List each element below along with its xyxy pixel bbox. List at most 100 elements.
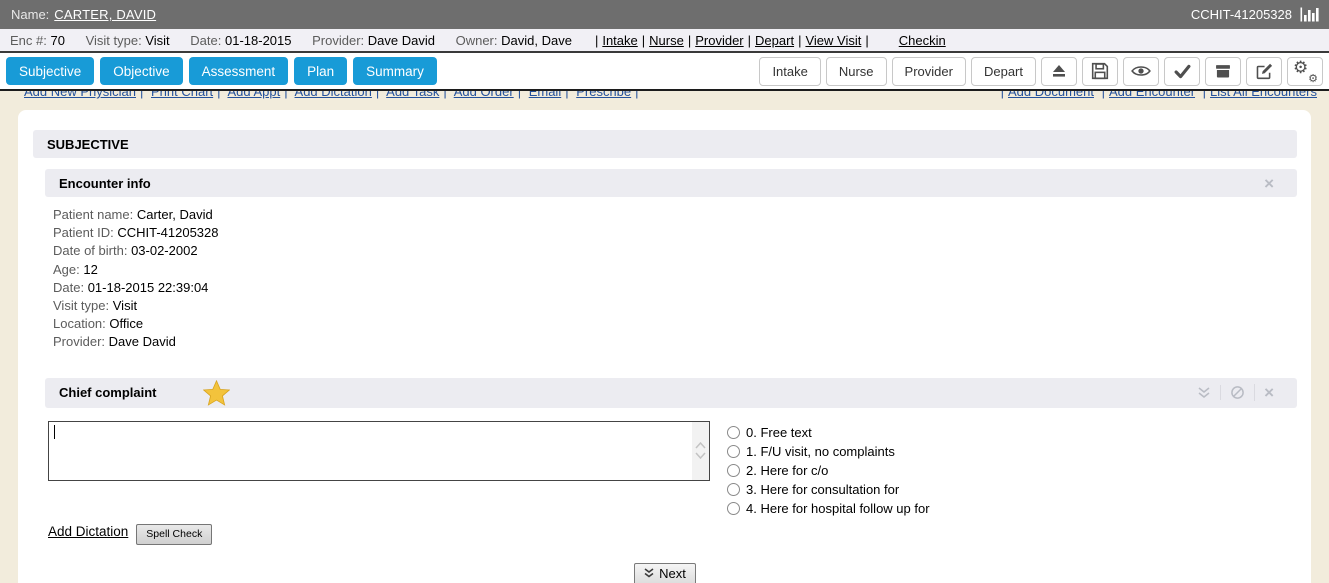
disable-icon[interactable] <box>1220 385 1254 400</box>
add-dictation-link[interactable]: Add Dictation <box>48 524 128 539</box>
quick-link[interactable]: Add Task <box>386 91 439 99</box>
radio-icon[interactable] <box>727 483 740 496</box>
chief-complaint-option[interactable]: 0. Free text <box>727 423 930 442</box>
stage-button[interactable]: Depart <box>971 57 1036 86</box>
radio-option-label: 0. Free text <box>746 425 812 440</box>
spell-check-button[interactable]: Spell Check <box>136 524 212 545</box>
info-label: Patient name: <box>53 207 133 222</box>
patient-info-row: Visit type: Visit <box>53 297 1297 315</box>
quick-links-left: Add New Physician | Print Chart | Add Appt… <box>24 91 643 99</box>
field-value: Visit <box>145 33 169 48</box>
soap-nav-button[interactable]: Subjective <box>6 57 94 85</box>
info-label: Patient ID: <box>53 225 114 240</box>
quick-link[interactable]: Add New Physician <box>24 91 136 99</box>
check-icon[interactable] <box>1164 57 1200 86</box>
encounter-stage-link[interactable]: Depart <box>755 33 794 48</box>
radio-icon[interactable] <box>727 502 740 515</box>
radio-icon[interactable] <box>727 426 740 439</box>
quick-link[interactable]: Add Appt <box>227 91 280 99</box>
encounter-field: Date: 01-18-2015 <box>190 33 291 48</box>
next-button[interactable]: Next <box>634 563 696 583</box>
preview-eye-icon[interactable] <box>1123 57 1159 86</box>
checkin-link[interactable]: Checkin <box>899 33 946 48</box>
chief-complaint-textarea[interactable] <box>48 421 710 481</box>
chief-complaint-option[interactable]: 3. Here for consultation for <box>727 480 930 499</box>
soap-nav-button[interactable]: Assessment <box>189 57 289 85</box>
chief-complaint-option[interactable]: 1. F/U visit, no complaints <box>727 442 930 461</box>
encounter-field: Enc #: 70 <box>10 33 65 48</box>
quick-link[interactable]: List All Encounters <box>1210 91 1317 99</box>
field-value: David, Dave <box>501 33 572 48</box>
collapse-chevrons-icon[interactable] <box>1188 387 1220 399</box>
soap-nav-button[interactable]: Summary <box>353 57 437 85</box>
edit-note-icon[interactable] <box>1246 57 1282 86</box>
info-value: Carter, David <box>137 207 213 222</box>
info-label: Date of birth: <box>53 243 127 258</box>
quick-link[interactable]: Add Encounter <box>1109 91 1195 99</box>
patient-title-bar: Name: CARTER, DAVID CCHIT-41205328 <box>0 0 1329 29</box>
encounter-info-header: Encounter info × <box>45 169 1297 197</box>
name-label: Name: <box>11 7 49 22</box>
encounter-stage-link[interactable]: Nurse <box>649 33 684 48</box>
quick-link[interactable]: Print Chart <box>151 91 213 99</box>
quick-link-separator: | <box>565 91 568 99</box>
textarea-scrollbar[interactable] <box>692 422 709 480</box>
chief-complaint-option[interactable]: 4. Here for hospital follow up for <box>727 499 930 518</box>
quick-link[interactable]: Add Document <box>1008 91 1094 99</box>
quick-link-separator: | <box>635 91 638 99</box>
quick-link-separator: | <box>1001 91 1004 99</box>
encounter-stage-link[interactable]: Intake <box>602 33 637 48</box>
quick-links-right: |Add Document |Add Encounter |List All E… <box>997 91 1317 99</box>
bar-chart-icon[interactable] <box>1300 7 1319 22</box>
soap-nav-button[interactable]: Plan <box>294 57 347 85</box>
quick-link[interactable]: Prescribe <box>576 91 631 99</box>
field-label: Provider: <box>312 33 364 48</box>
info-value: Dave David <box>109 334 176 349</box>
radio-option-label: 4. Here for hospital follow up for <box>746 501 930 516</box>
radio-option-label: 1. F/U visit, no complaints <box>746 444 895 459</box>
quick-link[interactable]: Add Order <box>454 91 514 99</box>
save-icon[interactable] <box>1082 57 1118 86</box>
radio-icon[interactable] <box>727 464 740 477</box>
encounter-stage-link[interactable]: View Visit <box>805 33 861 48</box>
close-icon[interactable]: × <box>1254 384 1283 401</box>
quick-link-separator: | <box>1102 91 1105 99</box>
chief-complaint-header: Chief complaint × <box>45 378 1297 408</box>
subjective-section-header: SUBJECTIVE <box>33 130 1297 158</box>
scroll-down-icon[interactable] <box>695 452 706 459</box>
field-value: 01-18-2015 <box>225 33 292 48</box>
patient-info-row: Location: Office <box>53 315 1297 333</box>
encounter-info-title: Encounter info <box>59 176 151 191</box>
radio-icon[interactable] <box>727 445 740 458</box>
field-value: 70 <box>50 33 64 48</box>
settings-gears-icon[interactable]: ⚙⚙ <box>1287 57 1323 86</box>
chief-complaint-option[interactable]: 2. Here for c/o <box>727 461 930 480</box>
patient-info-block: Patient name: Carter, David Patient ID: … <box>33 197 1297 362</box>
encounter-field: Owner: David, Dave <box>456 33 572 48</box>
encounter-stage-link[interactable]: Provider <box>695 33 743 48</box>
section-title: SUBJECTIVE <box>47 137 129 152</box>
quick-link[interactable]: Email <box>529 91 562 99</box>
dictation-row: Add Dictation Spell Check <box>48 524 1297 546</box>
soap-nav-button[interactable]: Objective <box>100 57 182 85</box>
toolbar-right-group: Intake Nurse Provider Depart <box>759 57 1323 86</box>
close-icon[interactable]: × <box>1255 175 1283 192</box>
chief-complaint-title: Chief complaint <box>59 385 157 400</box>
quick-link[interactable]: Add Dictation <box>295 91 372 99</box>
chief-complaint-content: 0. Free text 1. F/U visit, no complaints… <box>48 421 1297 518</box>
stage-button[interactable]: Intake <box>759 57 820 86</box>
info-value: 03-02-2002 <box>131 243 198 258</box>
quick-link-separator: | <box>140 91 143 99</box>
stage-button[interactable]: Nurse <box>826 57 887 86</box>
patient-info-row: Provider: Dave David <box>53 333 1297 351</box>
archive-icon[interactable] <box>1205 57 1241 86</box>
soap-nav-buttons: Subjective Objective Assessment Plan Sum… <box>6 57 437 85</box>
stage-button[interactable]: Provider <box>892 57 966 86</box>
encounter-meta-bar: Enc #: 70 Visit type: Visit Date: 01-18-… <box>0 29 1329 53</box>
star-icon[interactable] <box>203 380 230 406</box>
scroll-up-icon[interactable] <box>695 442 706 449</box>
info-value: CCHIT-41205328 <box>117 225 218 240</box>
link-separator: | <box>798 33 801 48</box>
eject-icon[interactable] <box>1041 57 1077 86</box>
patient-name-link[interactable]: CARTER, DAVID <box>54 7 156 22</box>
